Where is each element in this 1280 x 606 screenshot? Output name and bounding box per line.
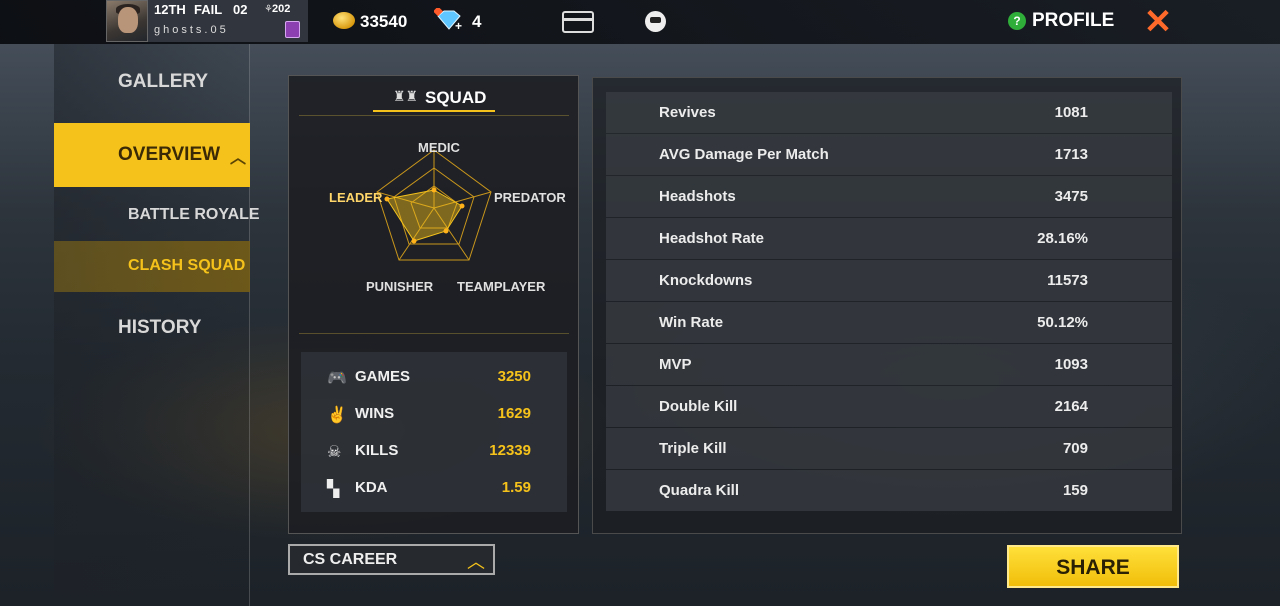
detail-label: Double Kill (659, 398, 738, 415)
detail-label: Headshots (659, 188, 736, 205)
chevron-up-icon: ︿ (230, 150, 247, 167)
coin-count: 33540 (360, 12, 408, 31)
player-status: FAIL (194, 2, 223, 17)
profile-label[interactable]: PROFILE (1032, 10, 1114, 32)
stat-row-kills: ☠ KILLS 12339 (301, 432, 567, 468)
detail-row-knockdowns: Knockdowns 11573 (606, 260, 1172, 301)
detail-value: 1081 (1054, 104, 1088, 121)
detail-value: 1093 (1054, 356, 1088, 373)
diamond-icon[interactable]: + (434, 8, 464, 32)
detail-value: 28.16% (1037, 230, 1088, 247)
detail-row-avg-damage: AVG Damage Per Match 1713 (606, 134, 1172, 175)
stat-value: 12339 (489, 442, 531, 459)
skull-icon: ☠ (327, 444, 342, 461)
sidebar-item-label: OVERVIEW (118, 144, 221, 165)
sidebar-item-battle-royale[interactable]: BATTLE ROYALE (128, 206, 260, 224)
radar-point (459, 203, 465, 209)
squad-title: SQUAD (425, 88, 487, 107)
detail-label: MVP (659, 356, 692, 373)
detail-value: 11573 (1047, 272, 1088, 289)
player-number: 02 (233, 2, 248, 17)
details-panel: Revives 1081 AVG Damage Per Match 1713 H… (592, 77, 1182, 534)
detail-row-triple-kill: Triple Kill 709 (606, 428, 1172, 469)
detail-label: Knockdowns (659, 272, 753, 289)
player-name: ghosts.05 (154, 24, 229, 36)
detail-value: 709 (1062, 440, 1088, 457)
avatar-face (118, 7, 138, 33)
detail-row-quadra-kill: Quadra Kill 159 (606, 470, 1172, 511)
radar-point (443, 228, 449, 234)
sidebar-item-clash-squad[interactable]: CLASH SQUAD (54, 241, 250, 292)
squad-panel: ♜♜ SQUAD MEDIC LEADER PREDATOR PUNISHER … (288, 75, 579, 534)
card-icon[interactable] (562, 11, 594, 33)
detail-row-double-kill: Double Kill 2164 (606, 386, 1172, 427)
player-rank: 12TH (154, 2, 186, 17)
stat-row-wins: ✌ WINS 1629 (301, 395, 567, 431)
pistol-icon: ▚ (327, 481, 340, 498)
radar-label-predator: PREDATOR (494, 190, 566, 205)
radar-label-medic: MEDIC (418, 140, 460, 155)
detail-label: Revives (659, 104, 716, 121)
detail-value: 3475 (1054, 188, 1088, 205)
stat-value: 1629 (497, 405, 531, 422)
detail-row-headshot-rate: Headshot Rate 28.16% (606, 218, 1172, 259)
detail-label: Headshot Rate (659, 230, 765, 247)
stat-label: KILLS (355, 442, 399, 459)
diamond-count: 4 (472, 12, 482, 31)
radar-point (411, 238, 417, 244)
divider (299, 333, 569, 334)
settings-skull-icon[interactable] (645, 11, 666, 32)
detail-label: Win Rate (659, 314, 724, 331)
svg-text:+: + (455, 19, 462, 32)
detail-row-headshots: Headshots 3475 (606, 176, 1172, 217)
detail-row-revives: Revives 1081 (606, 92, 1172, 133)
stat-row-games: 🎮 GAMES 3250 (301, 358, 567, 394)
victory-hand-icon: ✌ (327, 407, 347, 424)
stat-value: 1.59 (501, 479, 531, 496)
share-button-label: SHARE (1056, 556, 1130, 579)
career-dropdown[interactable]: CS CAREER ︿ (288, 544, 495, 575)
gold-coin-icon (333, 12, 355, 29)
sidebar-item-overview[interactable]: OVERVIEW ︿ (54, 123, 250, 187)
detail-value: 2164 (1054, 398, 1088, 415)
squad-icon: ♜♜ (393, 88, 419, 104)
detail-value: 1713 (1054, 146, 1088, 163)
radar-point (431, 187, 437, 193)
detail-label: Triple Kill (659, 440, 727, 457)
sidebar-item-label: CLASH SQUAD (128, 257, 246, 274)
detail-value: 50.12% (1037, 314, 1088, 331)
share-button[interactable]: SHARE (1007, 545, 1179, 588)
stat-value: 3250 (497, 368, 531, 385)
close-icon[interactable]: ✕ (1141, 5, 1175, 40)
stat-label: WINS (355, 405, 395, 422)
player-avatar[interactable] (106, 0, 148, 42)
detail-label: Quadra Kill (659, 482, 740, 499)
player-info[interactable]: 12TH FAIL 02 ⚘ 202 ghosts.05 (148, 0, 308, 42)
radar-label-punisher: PUNISHER (366, 279, 434, 294)
stat-label: GAMES (355, 368, 411, 385)
radar-point (384, 196, 390, 202)
detail-row-mvp: MVP 1093 (606, 344, 1172, 385)
radar-label-leader: LEADER (329, 190, 383, 205)
detail-row-win-rate: Win Rate 50.12% (606, 302, 1172, 343)
detail-label: AVG Damage Per Match (659, 146, 829, 163)
guild-badge-icon (285, 21, 300, 38)
stat-label: KDA (355, 479, 388, 496)
top-bar: 12TH FAIL 02 ⚘ 202 ghosts.05 33540 + 4 ?… (0, 0, 1280, 44)
sidebar-item-gallery[interactable]: GALLERY (118, 71, 208, 93)
help-icon[interactable]: ? (1008, 12, 1026, 30)
squad-header: ♜♜ SQUAD (373, 86, 495, 112)
stat-row-kda: ▚ KDA 1.59 (301, 469, 567, 505)
detail-value: 159 (1062, 482, 1088, 499)
gamepad-icon: 🎮 (327, 370, 347, 387)
sidebar-item-history[interactable]: HISTORY (118, 317, 201, 339)
chevron-up-icon: ︿ (467, 552, 485, 572)
squad-stats: 🎮 GAMES 3250 ✌ WINS 1629 ☠ KILLS 12339 ▚… (301, 352, 567, 512)
radar-label-teamplayer: TEAMPLAYER (457, 279, 546, 294)
player-level: 202 (272, 3, 291, 15)
career-dropdown-label: CS CAREER (303, 551, 398, 568)
